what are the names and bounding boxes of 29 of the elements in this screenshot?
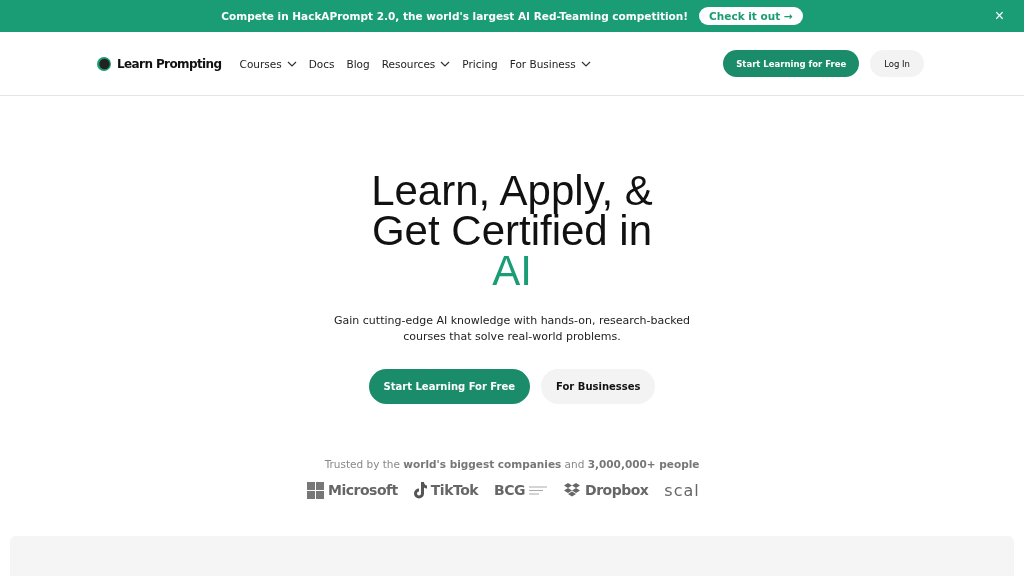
logo-icon (97, 56, 111, 71)
company-name: Dropbox (585, 482, 649, 498)
logo[interactable]: Learn Prompting (97, 56, 222, 71)
nav-link[interactable]: Resources (381, 57, 451, 70)
company-name: BCG (494, 482, 525, 498)
music-note-icon (413, 481, 427, 499)
banner-text: Compete in HackAPrompt 2.0, the world's largest AI Red-Teaming competition! (221, 10, 689, 22)
tagline-lines-icon (529, 485, 547, 495)
company-name: TikTok (430, 482, 479, 498)
chevron-down-icon (286, 60, 297, 67)
hero-subtitle: Gain cutting-edge AI knowledge with hands-on, research-backed courses that solve real-world problems. (333, 313, 691, 345)
trusted-by-text: Trusted by the world's biggest companies and 3,000,000+ people (324, 458, 700, 470)
logo-text: Learn Prompting (117, 56, 222, 71)
start-learning-button[interactable]: Start Learning for Free (723, 50, 860, 77)
start-learning-button[interactable]: Start Learning For Free (368, 369, 531, 404)
chevron-down-icon (440, 60, 451, 67)
hero-title-highlight: AI (492, 251, 532, 291)
nav-link[interactable]: Docs (308, 57, 335, 70)
windows-grid-icon (307, 481, 324, 499)
company-name: Microsoft (328, 482, 398, 498)
for-businesses-button[interactable]: For Businesses (541, 369, 656, 404)
dropbox-icon (563, 482, 581, 498)
nav-link[interactable]: Blog (346, 57, 370, 70)
nav-link[interactable]: Pricing (462, 57, 498, 70)
login-button[interactable]: Log In (870, 50, 924, 77)
company-name: scal (664, 480, 700, 500)
chevron-down-icon (580, 60, 591, 67)
nav-link[interactable]: For Business (509, 57, 591, 70)
nav-link[interactable]: Courses (239, 57, 297, 70)
